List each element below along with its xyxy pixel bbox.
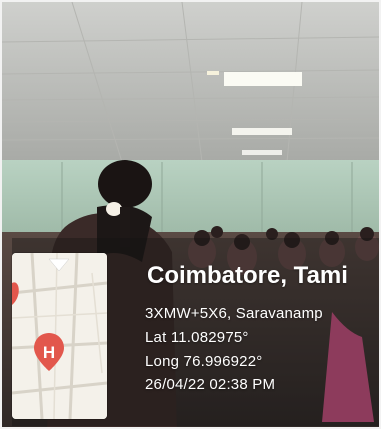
location-datetime: 26/04/22 02:38 PM xyxy=(145,376,276,393)
location-longitude: Long 76.996922° xyxy=(145,353,263,370)
location-address: 3XMW+5X6, Saravanamp xyxy=(145,305,323,322)
map-pin-letter: H xyxy=(43,343,55,362)
location-city: Coimbatore, Tami xyxy=(147,262,348,289)
location-latitude: Lat 11.082975° xyxy=(145,329,249,346)
photo-frame: H Coimbatore, Tami 3XMW+5X6, Saravanamp … xyxy=(0,0,381,429)
map-icon: H xyxy=(12,253,107,419)
map-thumbnail: H xyxy=(12,253,107,419)
